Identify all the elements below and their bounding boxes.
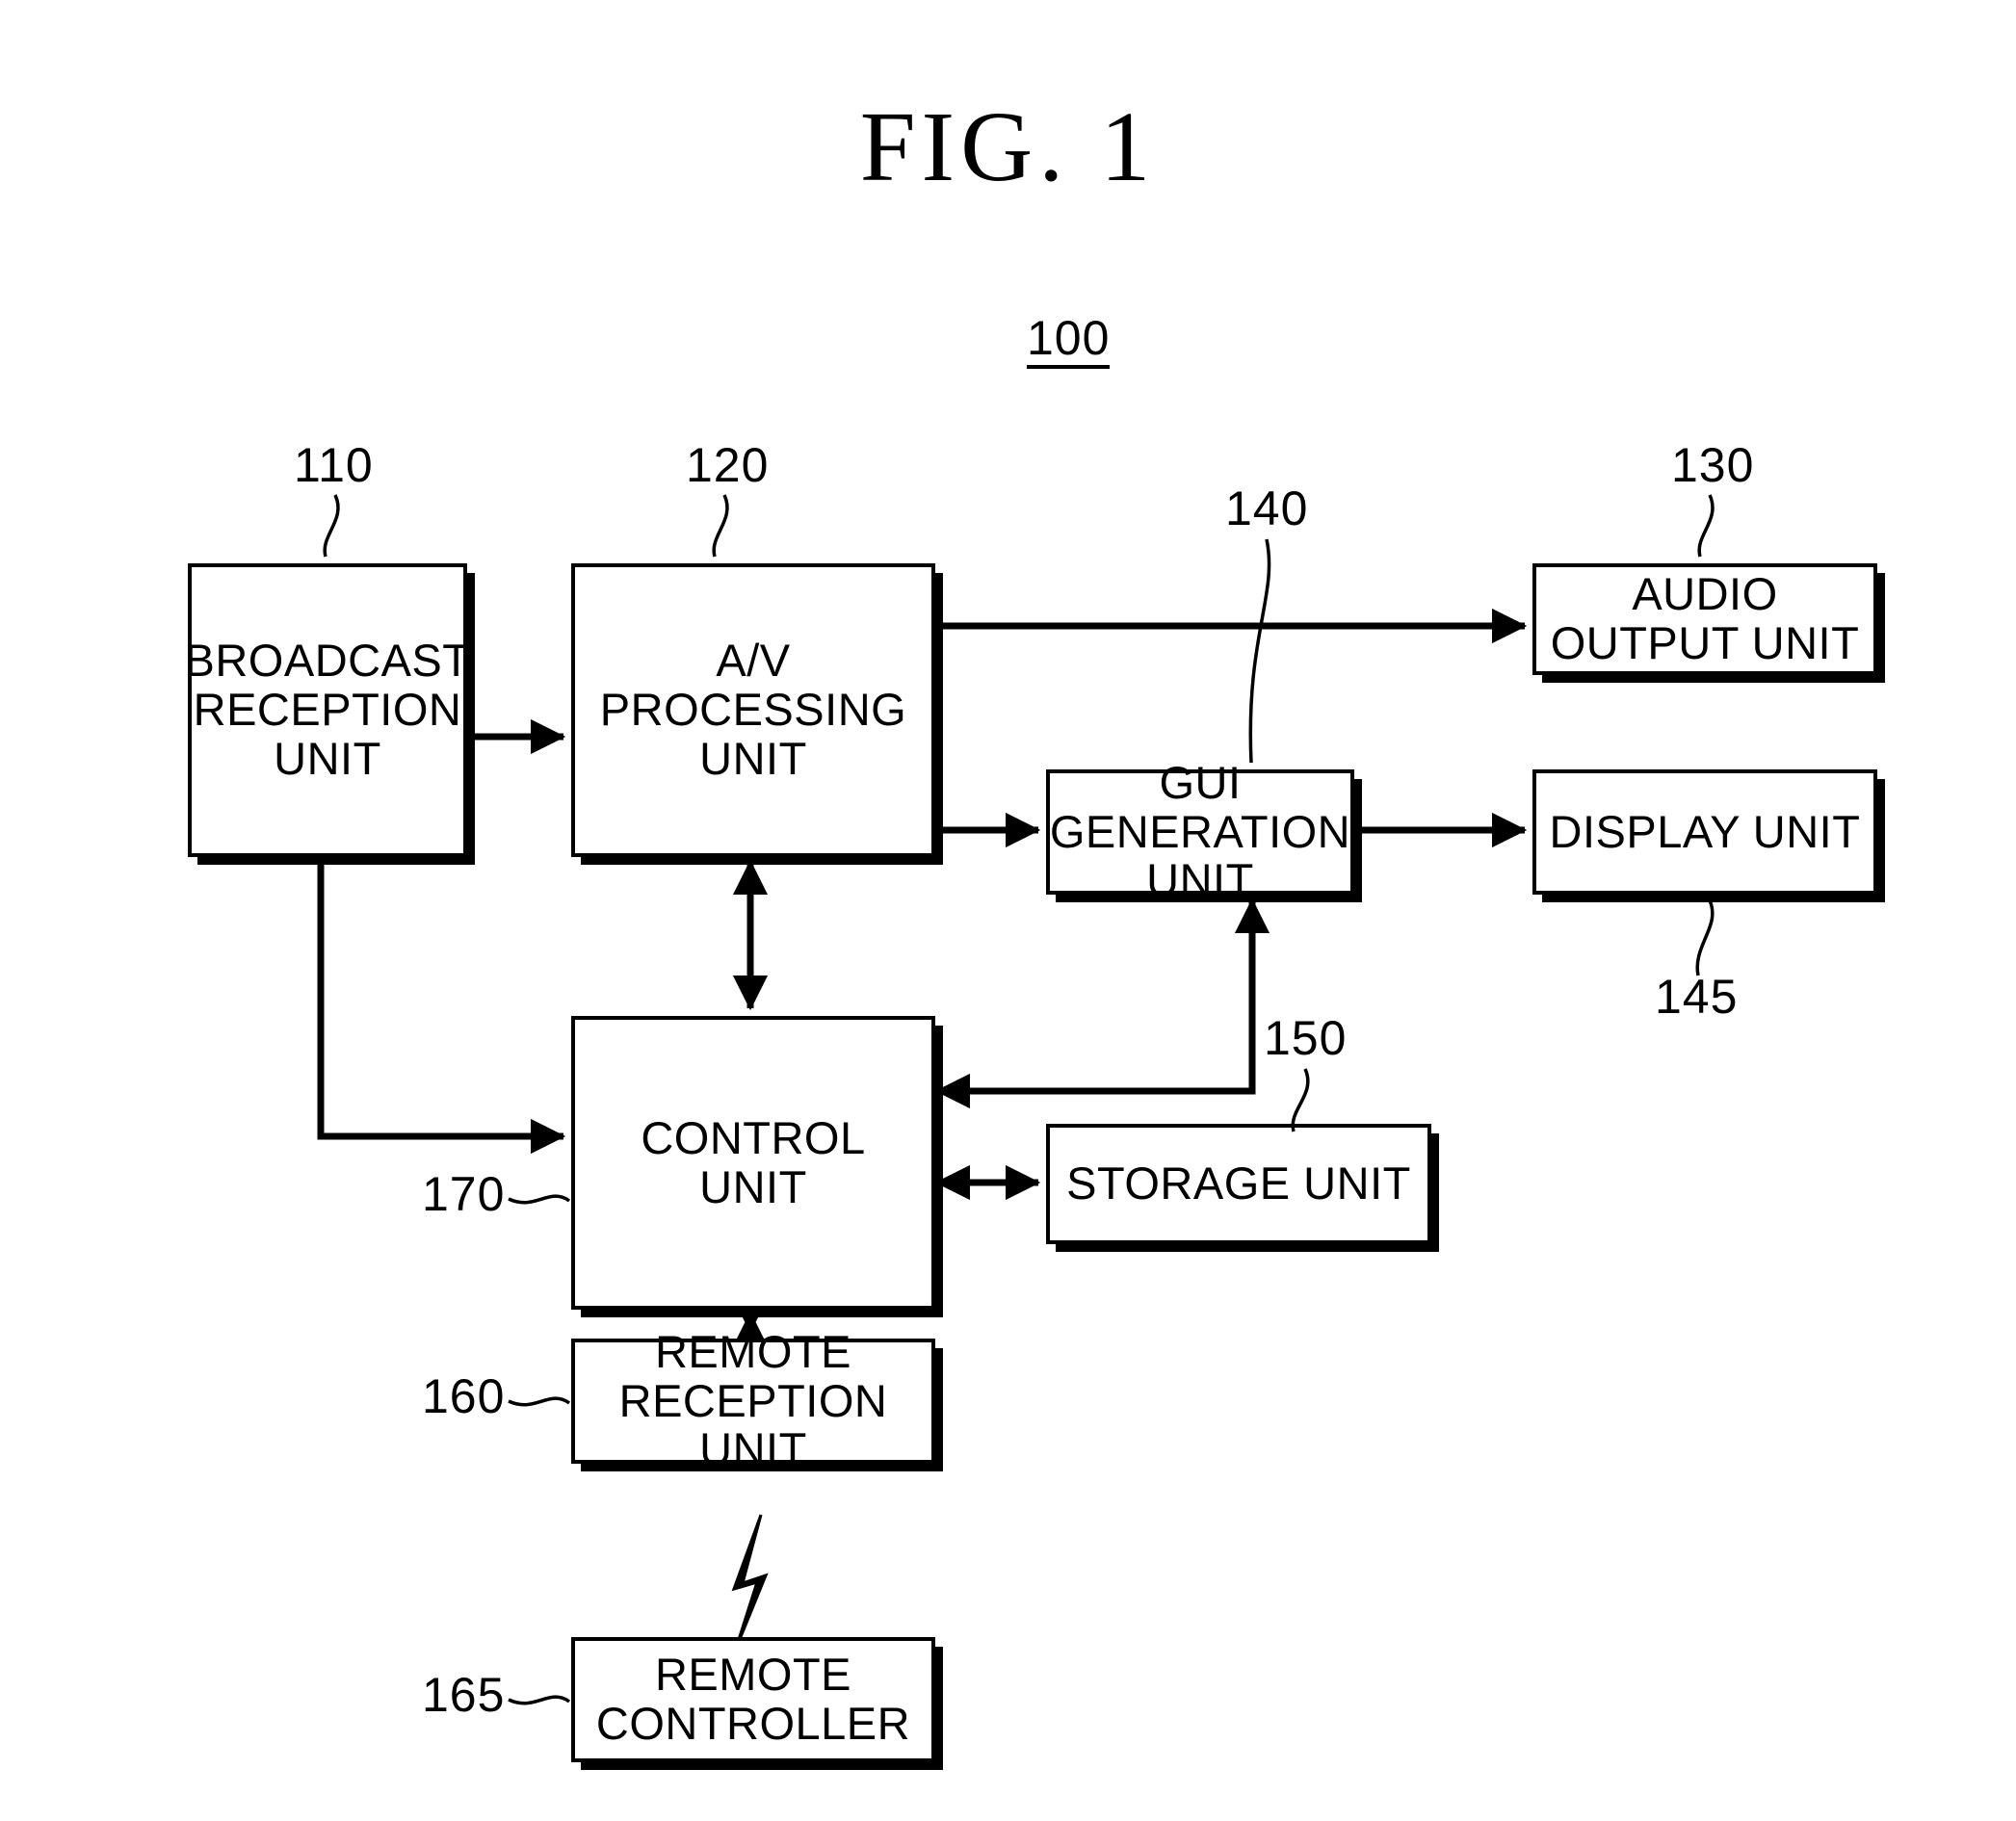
refnum-165: 165 [422, 1668, 506, 1722]
assembly-reference-number: 100 [1027, 314, 1111, 369]
refnum-120: 120 [686, 438, 770, 492]
block-label: REMOTE RECEPTION UNIT [618, 1325, 888, 1475]
block-broadcast-reception-unit[interactable]: BROADCAST RECEPTION UNIT [185, 563, 470, 857]
lightning-bolt-icon [731, 1514, 769, 1650]
leader-110 [323, 494, 340, 558]
block-label: REMOTE CONTROLLER [595, 1649, 911, 1749]
leader-160 [508, 1396, 571, 1407]
block-audio-output-unit[interactable]: AUDIO OUTPUT UNIT [1532, 563, 1877, 675]
block-label: BROADCAST RECEPTION UNIT [184, 635, 471, 784]
leader-line-layer [323, 494, 1715, 1705]
refnum-145: 145 [1655, 970, 1739, 1024]
block-display-unit[interactable]: DISPLAY UNIT [1532, 769, 1877, 895]
block-remote-reception-unit[interactable]: REMOTE RECEPTION UNIT [571, 1327, 935, 1473]
leader-170 [508, 1194, 571, 1205]
block-label: GUI GENERATION UNIT [1049, 756, 1351, 906]
leader-150 [1291, 1068, 1310, 1132]
leader-120 [712, 494, 729, 558]
refnum-130: 130 [1671, 438, 1755, 492]
connector-layer [317, 608, 1528, 1650]
block-label: CONTROL UNIT [641, 1111, 866, 1212]
block-control-unit[interactable]: CONTROL UNIT [571, 1016, 935, 1310]
refnum-170: 170 [422, 1167, 506, 1221]
block-gui-generation-unit[interactable]: GUI GENERATION UNIT [1046, 758, 1354, 904]
refnum-160: 160 [422, 1369, 506, 1423]
page-title: FIG. 1 [859, 91, 1157, 202]
leader-145 [1695, 899, 1715, 976]
wire-control-to-gui [934, 897, 1270, 1109]
leader-130 [1697, 494, 1715, 558]
block-label: STORAGE UNIT [1066, 1158, 1411, 1210]
block-label: DISPLAY UNIT [1549, 805, 1861, 857]
refnum-110: 110 [294, 438, 374, 492]
block-label: A/V PROCESSING UNIT [599, 635, 907, 784]
block-label: AUDIO OUTPUT UNIT [1550, 568, 1860, 668]
block-storage-unit[interactable]: STORAGE UNIT [1046, 1124, 1431, 1244]
leader-140 [1248, 538, 1271, 764]
refnum-140: 140 [1225, 481, 1309, 535]
block-av-processing-unit[interactable]: A/V PROCESSING UNIT [571, 563, 935, 857]
leader-165 [508, 1695, 571, 1705]
wire-control-to-broadcast [317, 863, 566, 1155]
refnum-150: 150 [1264, 1011, 1348, 1065]
block-remote-controller[interactable]: REMOTE CONTROLLER [571, 1637, 935, 1762]
patent-figure-page: FIG. 1 100 110 120 130 140 145 150 170 1… [0, 0, 2016, 1821]
